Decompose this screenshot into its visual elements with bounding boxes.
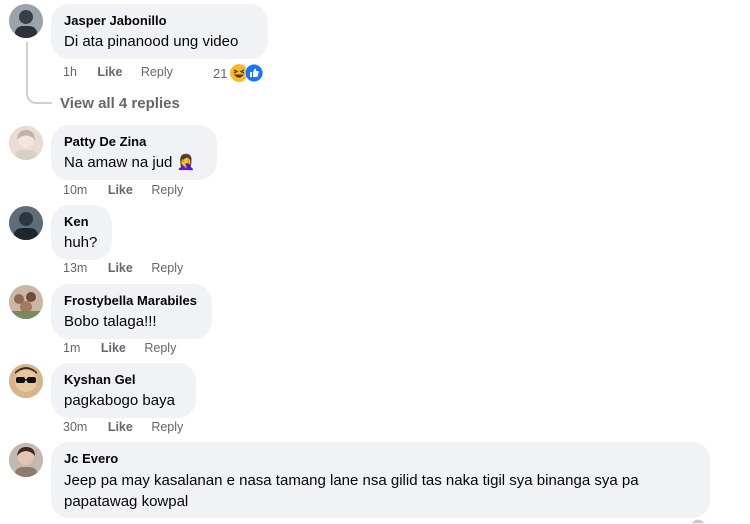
reply-button[interactable]: Reply [151, 261, 183, 275]
like-button[interactable]: Like [108, 261, 133, 275]
comment-author[interactable]: Jc Evero [64, 450, 698, 467]
like-icon [245, 64, 264, 82]
comment-text: Na amaw na jud 🤦‍♀️ [64, 154, 196, 171]
avatar[interactable] [9, 126, 43, 160]
mouse-cursor-icon [691, 519, 705, 524]
comment-time[interactable]: 10m [63, 183, 87, 197]
comment-author[interactable]: Jasper Jabonillo [64, 12, 256, 29]
like-button[interactable]: Like [108, 420, 133, 434]
comment-author[interactable]: Patty De Zina [64, 133, 205, 150]
comment-meta: 13m Like Reply [63, 261, 183, 275]
comment-time[interactable]: 13m [63, 261, 87, 275]
comment-author[interactable]: Ken [64, 213, 100, 230]
avatar[interactable] [9, 443, 43, 477]
comment-time[interactable]: 1h [63, 65, 77, 79]
comment-author[interactable]: Kyshan Gel [64, 371, 184, 388]
comment-bubble: Ken huh? [51, 205, 112, 260]
comment-text: Bobo talaga!!! [64, 313, 157, 330]
comment-time[interactable]: 1m [63, 341, 80, 355]
like-button[interactable]: Like [108, 183, 133, 197]
comment-bubble: Patty De Zina Na amaw na jud 🤦‍♀️ [51, 125, 217, 180]
view-replies-link[interactable]: View all 4 replies [60, 95, 180, 112]
comment-text-line-2: papatawag kowpal [64, 493, 189, 510]
comment-meta: 1m Like Reply [63, 341, 176, 355]
comment-bubble: Frostybella Marabiles Bobo talaga!!! [51, 284, 212, 339]
comment-text: pagkabogo baya [64, 392, 175, 409]
comment-author[interactable]: Frostybella Marabiles [64, 292, 200, 309]
avatar[interactable] [9, 206, 43, 240]
reaction-count: 21 [213, 65, 228, 81]
reaction-summary[interactable]: 21 [213, 64, 264, 82]
thread-curve [26, 80, 52, 104]
avatar[interactable] [9, 364, 43, 398]
reply-button[interactable]: Reply [141, 65, 173, 79]
like-button[interactable]: Like [101, 341, 126, 355]
reply-button[interactable]: Reply [151, 420, 183, 434]
reply-button[interactable]: Reply [144, 341, 176, 355]
comment-text-line-1: Jeep pa may kasalanan e nasa tamang lane… [64, 472, 639, 489]
comment-text: Di ata pinanood ung video [64, 33, 239, 50]
avatar[interactable] [9, 285, 43, 319]
comment-meta: 30m Like Reply [63, 420, 183, 434]
comment-meta: 1h Like Reply [63, 65, 173, 79]
like-button[interactable]: Like [97, 65, 122, 79]
comment-bubble: Jc Evero Jeep pa may kasalanan e nasa ta… [51, 442, 710, 518]
reply-button[interactable]: Reply [151, 183, 183, 197]
avatar[interactable] [9, 4, 43, 38]
comment-bubble: Kyshan Gel pagkabogo baya [51, 363, 196, 418]
comment-text: huh? [64, 234, 98, 251]
comment-bubble: Jasper Jabonillo Di ata pinanood ung vid… [51, 4, 268, 59]
thread-line [26, 42, 28, 82]
comment-time[interactable]: 30m [63, 420, 87, 434]
comment-meta: 10m Like Reply [63, 183, 183, 197]
